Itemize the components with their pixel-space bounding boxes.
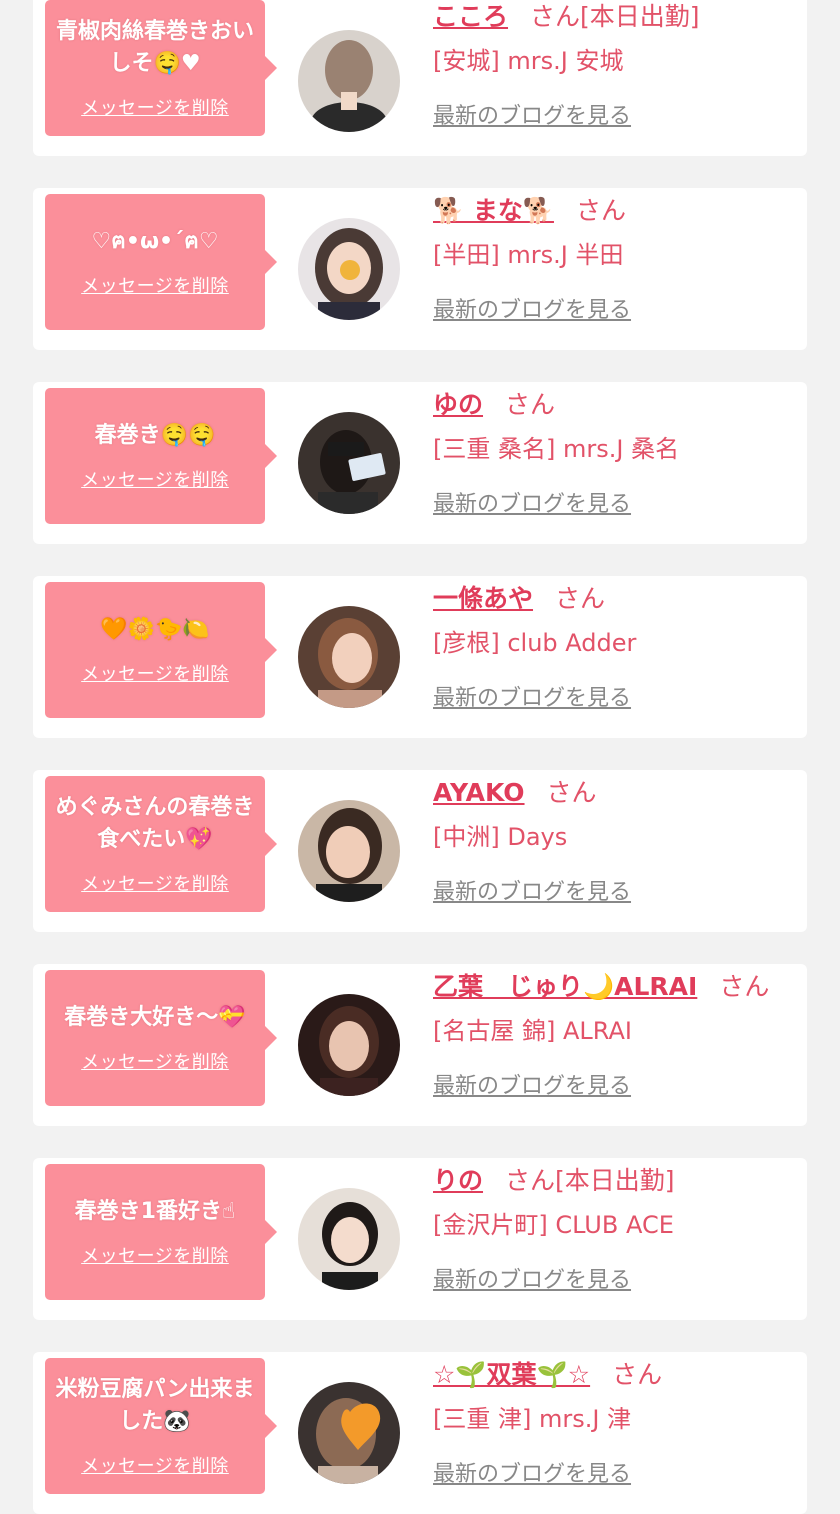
avatar[interactable] [298,218,400,320]
cast-info: ☆🌱双葉🌱☆ さん [三重 津] mrs.J 津 最新のブログを見る [433,1358,797,1488]
shop-text: [彦根] club Adder [433,629,637,657]
shop-text: [三重 津] mrs.J 津 [433,1405,632,1433]
cast-info: こころ さん[本日出勤] [安城] mrs.J 安城 最新のブログを見る [433,0,797,130]
avatar[interactable] [298,1382,400,1484]
honorific: さん [719,972,770,1001]
latest-blog-link[interactable]: 最新のブログを見る [433,98,631,130]
avatar[interactable] [298,994,400,1096]
cast-info: ゆの さん [三重 桑名] mrs.J 桑名 最新のブログを見る [433,388,797,518]
message-bubble: 米粉豆腐パン出来ました🐼 メッセージを削除 [45,1358,277,1494]
message-text: 青椒肉絲春巻きおいしそ🤤♥ [55,19,254,76]
honorific: さん [505,390,556,419]
shop-text: [三重 桑名] mrs.J 桑名 [433,435,680,463]
message-text: めぐみさんの春巻き食べたい💖 [55,795,255,852]
message-bubble: 春巻き🤤🤤 メッセージを削除 [45,388,277,524]
status-text: [本日出勤] [580,2,700,31]
honorific: さん [505,1166,556,1195]
latest-blog-link[interactable]: 最新のブログを見る [433,874,631,906]
message-card: 春巻き1番好き☝ メッセージを削除 りの さん[本日出勤] [金沢片町] CLUB… [33,1158,807,1320]
latest-blog-link[interactable]: 最新のブログを見る [433,1068,631,1100]
message-card: ♡ฅ•ω•´ฅ♡ メッセージを削除 🐕 まな🐕 さん [半田] mrs.J 半田 … [33,188,807,350]
honorific: さん [555,584,606,613]
shop-text: [安城] mrs.J 安城 [433,47,624,75]
latest-blog-link[interactable]: 最新のブログを見る [433,680,631,712]
message-card: 春巻き大好き〜💝 メッセージを削除 乙葉 じゅり🌙ALRAI さん [名古屋 錦]… [33,964,807,1126]
latest-blog-link[interactable]: 最新のブログを見る [433,1456,631,1488]
message-card: 青椒肉絲春巻きおいしそ🤤♥ メッセージを削除 こころ さん[本日出勤] [安城] … [33,0,807,156]
avatar[interactable] [298,800,400,902]
shop-text: [名古屋 錦] ALRAI [433,1017,632,1045]
message-card: めぐみさんの春巻き食べたい💖 メッセージを削除 AYAKO さん [中洲] Day… [33,770,807,932]
cast-info: 🐕 まな🐕 さん [半田] mrs.J 半田 最新のブログを見る [433,194,797,324]
cast-name-link[interactable]: 一條あや [433,584,533,613]
message-text: 米粉豆腐パン出来ました🐼 [55,1377,255,1434]
cast-name-link[interactable]: ☆🌱双葉🌱☆ [433,1360,590,1389]
cast-name-link[interactable]: こころ [433,2,508,31]
delete-message-link[interactable]: メッセージを削除 [81,1242,229,1268]
message-text: 春巻き1番好き☝ [74,1199,236,1224]
message-card: 🧡🌼🐤🍋 メッセージを削除 一條あや さん [彦根] club Adder 最新の… [33,576,807,738]
delete-message-link[interactable]: メッセージを削除 [81,94,229,120]
cast-name-link[interactable]: 🐕 まな🐕 [433,196,554,225]
message-bubble: 春巻き大好き〜💝 メッセージを削除 [45,970,277,1106]
message-card: 春巻き🤤🤤 メッセージを削除 ゆの さん [三重 桑名] mrs.J 桑名 最新の… [33,382,807,544]
latest-blog-link[interactable]: 最新のブログを見る [433,292,631,324]
delete-message-link[interactable]: メッセージを削除 [81,1048,229,1074]
shop-text: [半田] mrs.J 半田 [433,241,624,269]
cast-name-link[interactable]: 乙葉 じゅり🌙ALRAI [433,972,697,1001]
honorific: さん [612,1360,663,1389]
message-bubble: 🧡🌼🐤🍋 メッセージを削除 [45,582,277,718]
cast-info: AYAKO さん [中洲] Days 最新のブログを見る [433,776,797,906]
delete-message-link[interactable]: メッセージを削除 [81,466,229,492]
cast-name-link[interactable]: りの [433,1166,483,1195]
message-bubble: 春巻き1番好き☝ メッセージを削除 [45,1164,277,1300]
delete-message-link[interactable]: メッセージを削除 [81,1452,229,1478]
delete-message-link[interactable]: メッセージを削除 [81,870,229,896]
honorific: さん [530,2,581,31]
honorific: さん [575,196,626,225]
message-text: ♡ฅ•ω•´ฅ♡ [91,229,219,254]
message-text: 春巻き🤤🤤 [94,423,216,448]
message-text: 春巻き大好き〜💝 [64,1005,246,1030]
delete-message-link[interactable]: メッセージを削除 [81,272,229,298]
message-bubble: 青椒肉絲春巻きおいしそ🤤♥ メッセージを削除 [45,0,277,136]
latest-blog-link[interactable]: 最新のブログを見る [433,1262,631,1294]
avatar[interactable] [298,412,400,514]
cast-info: 一條あや さん [彦根] club Adder 最新のブログを見る [433,582,797,712]
cast-info: りの さん[本日出勤] [金沢片町] CLUB ACE 最新のブログを見る [433,1164,797,1294]
message-card: 米粉豆腐パン出来ました🐼 メッセージを削除 ☆🌱双葉🌱☆ さん [三重 津] mr… [33,1352,807,1514]
message-text: 🧡🌼🐤🍋 [100,617,210,642]
cast-name-link[interactable]: ゆの [433,390,483,419]
message-bubble: ♡ฅ•ω•´ฅ♡ メッセージを削除 [45,194,277,330]
delete-message-link[interactable]: メッセージを削除 [81,660,229,686]
message-bubble: めぐみさんの春巻き食べたい💖 メッセージを削除 [45,776,277,912]
cast-name-link[interactable]: AYAKO [433,778,525,807]
shop-text: [中洲] Days [433,823,568,851]
status-text: [本日出勤] [555,1166,675,1195]
avatar[interactable] [298,606,400,708]
latest-blog-link[interactable]: 最新のブログを見る [433,486,631,518]
cast-info: 乙葉 じゅり🌙ALRAI さん [名古屋 錦] ALRAI 最新のブログを見る [433,970,797,1100]
avatar[interactable] [298,1188,400,1290]
avatar[interactable] [298,30,400,132]
honorific: さん [546,778,597,807]
shop-text: [金沢片町] CLUB ACE [433,1211,674,1239]
